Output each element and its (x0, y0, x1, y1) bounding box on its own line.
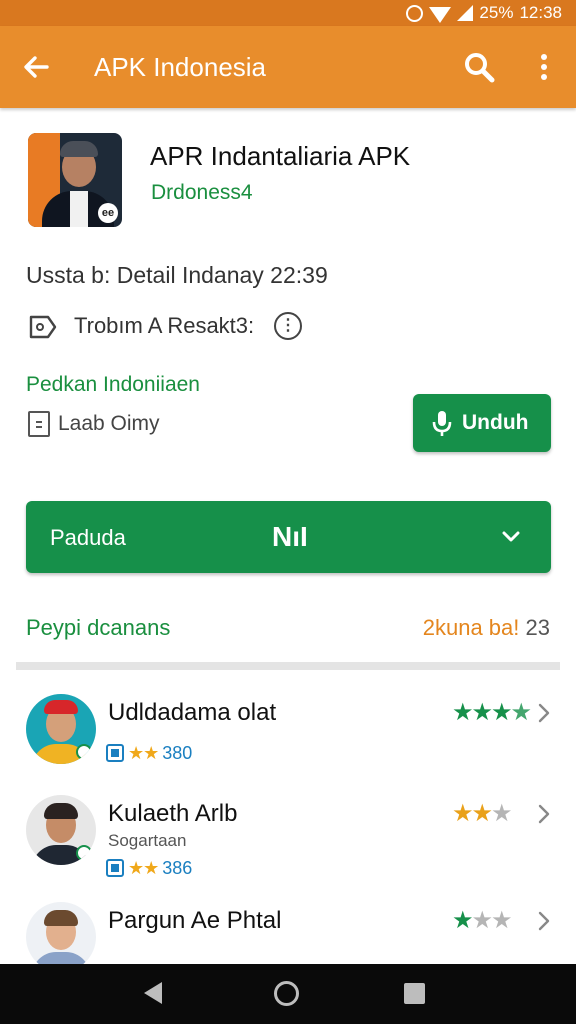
app-name: APR Indantaliaria APK (150, 141, 411, 171)
star-icon: ★ (491, 800, 512, 827)
version-dropdown[interactable]: Paduda NıI (26, 501, 551, 573)
store-icon (106, 859, 124, 877)
chevron-right-icon (538, 911, 550, 931)
mic-icon (432, 411, 452, 436)
app-bar: APK Indonesia (0, 26, 576, 108)
status-bar: 25% 12:38 (0, 0, 576, 26)
dropdown-label: Paduda (50, 525, 126, 550)
star-icon: ★★ (471, 907, 513, 934)
reviewer-meta: ★★ 380 (106, 742, 192, 764)
signal-icon (457, 5, 474, 21)
reviewer-name: Pargun Ae Phtal (108, 907, 282, 934)
section-meta: 2kuna ba! 23 (423, 615, 550, 641)
section-title: Peypi dcanans (26, 615, 171, 640)
store-icon (106, 744, 124, 762)
list-item[interactable]: Kulaeth Arlb Sogartaan ★★ 386 ★★★ (0, 795, 576, 895)
rating-stars: ★★★★ (452, 698, 532, 727)
app-title: APK Indonesia (94, 52, 267, 82)
tag-icon (29, 315, 57, 339)
download-label: Unduh (462, 411, 529, 434)
alarm-icon (406, 4, 424, 22)
chevron-right-icon (538, 804, 550, 824)
system-nav-bar (0, 964, 576, 1024)
review-count: 380 (162, 742, 193, 763)
download-button[interactable]: Unduh (413, 394, 551, 452)
dropdown-value: NıI (272, 521, 308, 552)
app-detail: Ussta b: Detail Indanay 22:39 (26, 262, 328, 288)
section-meta-count: 23 (525, 615, 550, 640)
nav-back-icon[interactable] (144, 982, 162, 1004)
star-icon: ★★★ (452, 699, 513, 726)
avatar (26, 795, 96, 865)
reviewer-name: Kulaeth Arlb (108, 800, 238, 827)
chevron-down-icon (502, 531, 520, 542)
mini-stars: ★★ (128, 857, 159, 878)
mini-stars: ★★ (128, 742, 159, 763)
wifi-icon (429, 6, 452, 23)
battery-level: 25% (479, 3, 514, 22)
divider (16, 662, 560, 670)
rating-stars: ★★★ (452, 799, 512, 828)
reviewer-name: Udldadama olat (108, 699, 277, 726)
avatar (26, 902, 96, 972)
star-icon: ★ (510, 699, 532, 726)
app-icon: ee (28, 133, 122, 227)
nav-home-icon[interactable] (274, 981, 299, 1006)
category-link[interactable]: Pedkan Indoniiaen (26, 373, 200, 397)
list-item[interactable]: Udldadama olat ★★ 380 ★★★★ (0, 694, 576, 794)
search-icon[interactable] (462, 50, 496, 84)
nav-recents-icon[interactable] (404, 983, 425, 1004)
app-size: Laab Oimy (58, 412, 160, 435)
clock: 12:38 (519, 3, 562, 22)
file-icon (28, 411, 50, 437)
star-icon: ★ (452, 907, 473, 934)
more-icon[interactable] (532, 50, 556, 84)
info-icon[interactable]: ⋮ (274, 312, 302, 340)
avatar (26, 694, 96, 764)
rating-stars: ★★★ (452, 906, 513, 935)
section-meta-label: 2kuna ba! (422, 615, 520, 640)
reviewer-meta: ★★ 386 (106, 857, 192, 879)
status-icons: 25% 12:38 (406, 2, 562, 24)
reviewer-subtitle: Sogartaan (108, 831, 187, 850)
review-count: 386 (162, 857, 193, 878)
chevron-right-icon (538, 703, 550, 723)
star-icon: ★★ (452, 800, 493, 827)
app-tag: Trobım A Resakt3: (74, 313, 255, 338)
developer-link[interactable]: Drdoness4 (151, 181, 253, 205)
back-icon[interactable] (20, 51, 52, 83)
